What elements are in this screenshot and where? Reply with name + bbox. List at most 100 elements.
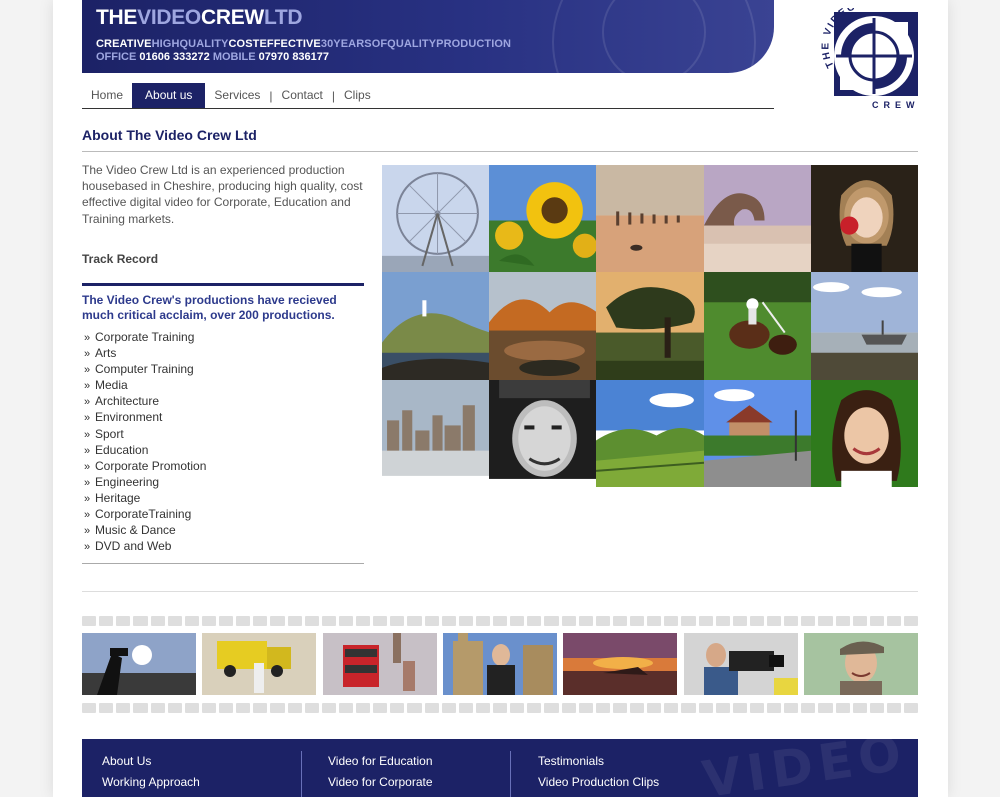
footer-link-video-for-education[interactable]: Video for Education bbox=[328, 751, 433, 772]
tagline-part: HIGHQUALITY bbox=[151, 38, 229, 50]
film-perforation bbox=[270, 616, 285, 626]
list-item[interactable]: » Music & Dance bbox=[84, 522, 206, 538]
footer: VIDEO About Us Working Approach Video for… bbox=[82, 739, 918, 797]
nav-item-about-us[interactable]: About us bbox=[132, 83, 206, 108]
film-strip bbox=[82, 633, 918, 695]
film-thumb-camera-operator-sunset[interactable] bbox=[82, 633, 196, 695]
film-perforation bbox=[493, 616, 508, 626]
footer-link-testimonials[interactable]: Testimonials bbox=[538, 751, 659, 772]
company-logo[interactable]: THE VIDEO CREW bbox=[820, 1, 920, 110]
film-perforation bbox=[527, 616, 542, 626]
list-item[interactable]: » Sport bbox=[84, 426, 206, 442]
film-perforation bbox=[818, 616, 833, 626]
list-item[interactable]: » Heritage bbox=[84, 490, 206, 506]
film-perforation bbox=[578, 703, 593, 713]
footer-link-video-production-clips[interactable]: Video Production Clips bbox=[538, 772, 659, 793]
film-thumb-cameraman-closeup[interactable] bbox=[683, 633, 798, 695]
list-item[interactable]: » Corporate Promotion bbox=[84, 458, 206, 474]
film-perforation bbox=[818, 703, 833, 713]
list-item[interactable]: » DVD and Web bbox=[84, 538, 206, 554]
film-perforation bbox=[886, 703, 901, 713]
list-marker-icon: » bbox=[84, 509, 91, 522]
film-perforation bbox=[510, 616, 525, 626]
list-marker-icon: » bbox=[84, 444, 91, 457]
list-item[interactable]: » CorporateTraining bbox=[84, 506, 206, 522]
film-perforation bbox=[424, 616, 439, 626]
office-label: OFFICE bbox=[96, 51, 137, 63]
list-marker-icon: » bbox=[84, 380, 91, 393]
photo-woman-red-flower bbox=[810, 165, 918, 273]
film-perforation bbox=[835, 703, 850, 713]
film-perforation bbox=[578, 616, 593, 626]
film-perforation bbox=[767, 703, 782, 713]
nav-item-home[interactable]: Home bbox=[82, 83, 132, 108]
logo-crew-text: CREW bbox=[872, 100, 920, 110]
nav-item-contact[interactable]: Contact bbox=[273, 83, 332, 108]
list-item[interactable]: » Engineering bbox=[84, 474, 206, 490]
footer-link-video-for-corporate[interactable]: Video for Corporate bbox=[328, 772, 433, 793]
footer-col-1: About Us Working Approach bbox=[102, 751, 200, 793]
film-perforation bbox=[904, 616, 919, 626]
film-perforation bbox=[116, 703, 131, 713]
film-perforation bbox=[287, 703, 302, 713]
film-perforation bbox=[150, 616, 165, 626]
list-marker-icon: » bbox=[84, 332, 91, 344]
film-perforation bbox=[647, 616, 662, 626]
main-nav: Home About us Services | Contact | Clips bbox=[82, 83, 774, 109]
footer-link-working-approach[interactable]: Working Approach bbox=[102, 772, 200, 793]
film-perforation bbox=[304, 616, 319, 626]
banner-decoration-inner bbox=[602, 0, 706, 73]
film-perforations-top bbox=[82, 616, 919, 626]
film-thumb-london-bus[interactable] bbox=[322, 633, 437, 695]
film-perforation bbox=[167, 703, 182, 713]
tagline-part: COSTEFFECTIVE bbox=[228, 38, 321, 50]
film-perforation bbox=[749, 703, 764, 713]
footer-divider-1 bbox=[301, 751, 302, 797]
film-perforation bbox=[253, 616, 268, 626]
list-item[interactable]: » Corporate Training bbox=[84, 329, 206, 345]
film-perforation bbox=[338, 616, 353, 626]
film-thumb-man-flat-cap[interactable] bbox=[803, 633, 918, 695]
mobile-label: MOBILE bbox=[212, 51, 256, 63]
photo-boat-on-shore bbox=[810, 272, 918, 380]
list-item-label: Arts bbox=[95, 346, 117, 361]
list-item[interactable]: » Education bbox=[84, 442, 206, 458]
film-perforation bbox=[784, 616, 799, 626]
site-title-part: CREW bbox=[200, 6, 264, 29]
film-perforation bbox=[99, 703, 114, 713]
list-item[interactable]: » Arts bbox=[84, 345, 206, 361]
track-record-title: Track Record bbox=[82, 252, 159, 266]
site-title[interactable]: THEVIDEOCREWLTD bbox=[96, 6, 303, 30]
nav-item-clips[interactable]: Clips bbox=[335, 83, 380, 108]
photo-country-house bbox=[703, 379, 811, 487]
footer-watermark: VIDEO bbox=[698, 739, 911, 797]
office-number: 01606 333272 bbox=[139, 51, 210, 63]
film-perforation bbox=[630, 616, 645, 626]
film-perforation bbox=[681, 616, 696, 626]
film-perforation bbox=[321, 616, 336, 626]
photo-rock-arch bbox=[703, 165, 811, 273]
film-thumb-film-crew-yellow-truck[interactable] bbox=[202, 633, 317, 695]
list-item-label: CorporateTraining bbox=[95, 507, 192, 522]
photo-grid bbox=[382, 165, 918, 487]
list-item[interactable]: » Architecture bbox=[84, 393, 206, 409]
film-perforation bbox=[475, 616, 490, 626]
list-item[interactable]: » Environment bbox=[84, 409, 206, 425]
film-perforation bbox=[595, 616, 610, 626]
film-perforation bbox=[698, 703, 713, 713]
footer-link-about-us[interactable]: About Us bbox=[102, 751, 200, 772]
film-perforation bbox=[321, 703, 336, 713]
nav-item-services[interactable]: Services bbox=[205, 83, 269, 108]
film-perforation bbox=[561, 703, 576, 713]
film-perforation bbox=[458, 616, 473, 626]
film-thumb-presenter-westminster[interactable] bbox=[442, 633, 557, 695]
photo-ferris-wheel bbox=[382, 165, 490, 273]
footer-divider-2 bbox=[510, 751, 511, 797]
film-perforation bbox=[201, 616, 216, 626]
list-item[interactable]: » Computer Training bbox=[84, 361, 206, 377]
film-thumb-beach-sunset[interactable] bbox=[563, 633, 678, 695]
footer-col-3: Testimonials Video Production Clips bbox=[538, 751, 659, 793]
list-item[interactable]: » Media bbox=[84, 377, 206, 393]
list-marker-icon: » bbox=[84, 348, 91, 361]
film-perforation bbox=[732, 616, 747, 626]
